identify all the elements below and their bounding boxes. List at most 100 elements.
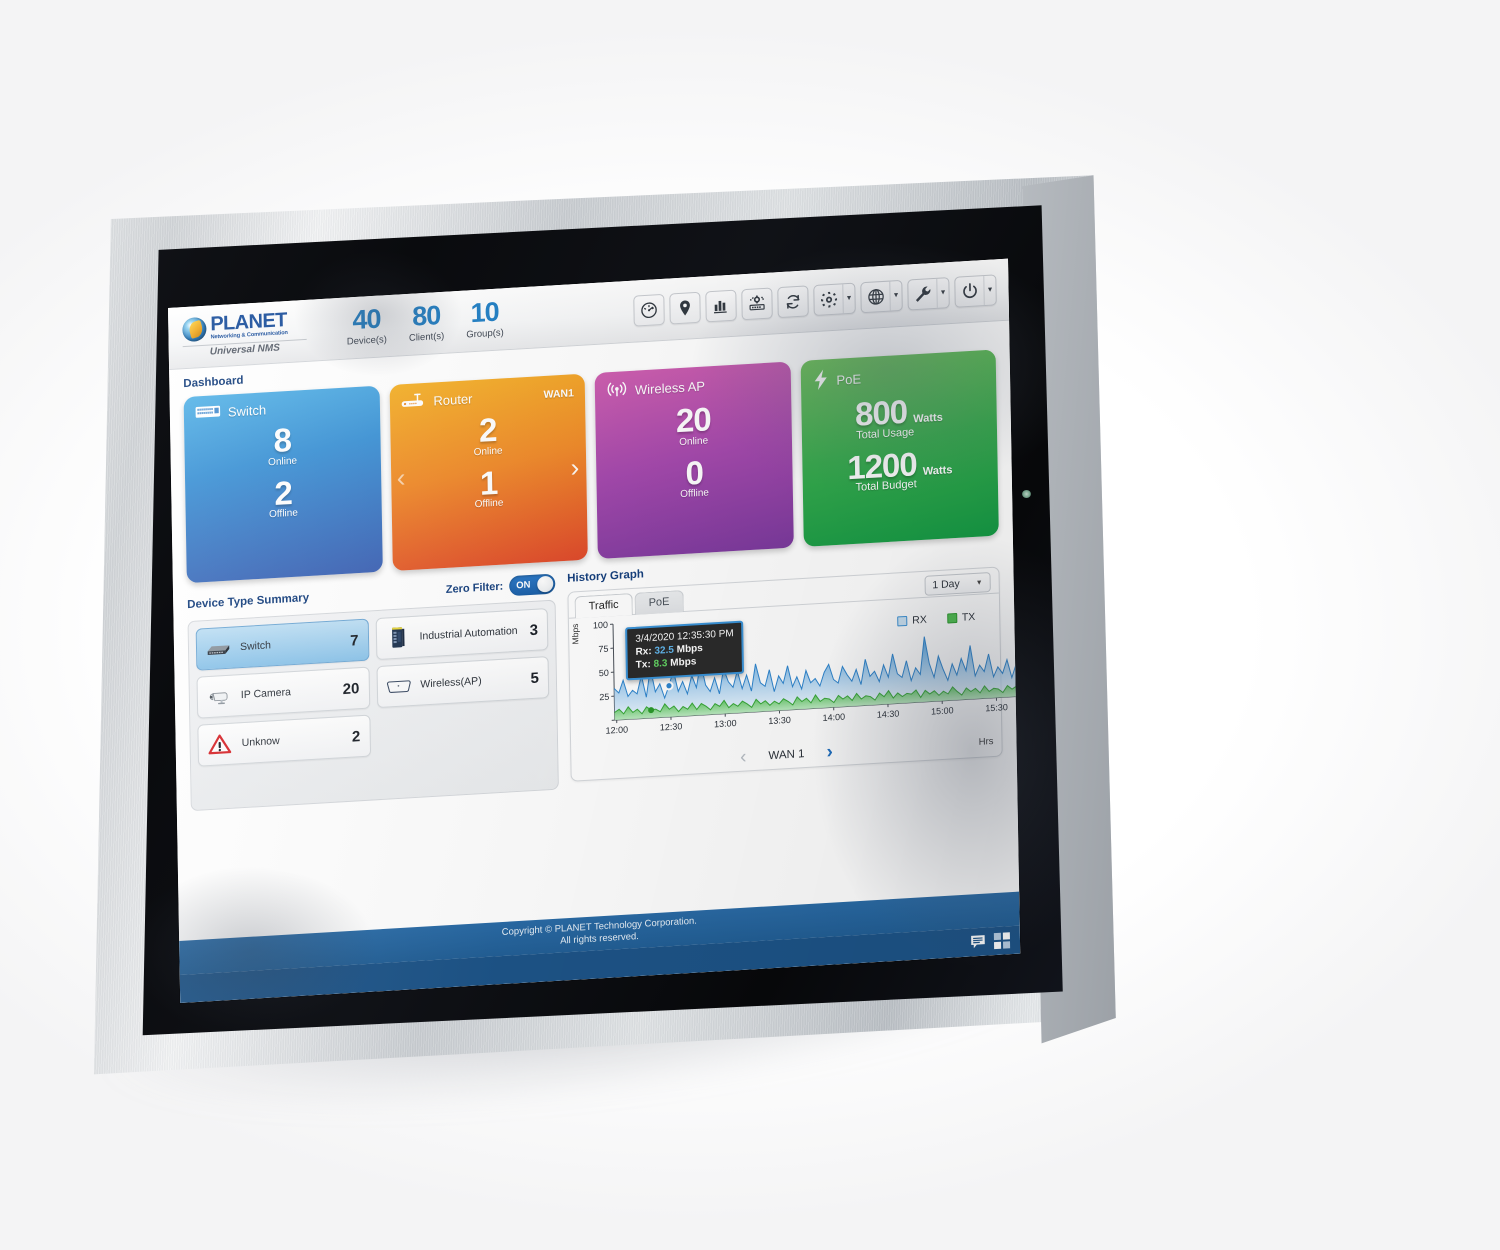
switch-icon (195, 404, 221, 423)
settings-caret-icon[interactable]: ▼ (842, 283, 855, 314)
warning-triangle-icon (206, 732, 234, 758)
device-type-name: Switch (239, 639, 272, 654)
power-button[interactable]: ▼ (954, 274, 997, 308)
svg-text:14:00: 14:00 (823, 712, 846, 723)
network-button[interactable]: ▼ (860, 279, 903, 314)
industrial-switch-icon (383, 625, 411, 651)
globe-network-icon (866, 287, 885, 307)
settings-button[interactable]: ▼ (813, 282, 856, 317)
network-caret-icon[interactable]: ▼ (889, 280, 902, 311)
device-type-name: Wireless(AP) (420, 674, 482, 691)
toggle-knob (537, 575, 554, 593)
bar-chart-button[interactable] (705, 289, 737, 323)
header-stats: 40 Device(s) 80 Client(s) 10 Group(s) (346, 297, 504, 348)
device-type-row-wireless-ap[interactable]: Wireless(AP) 5 (376, 656, 550, 709)
stat-groups[interactable]: 10 Group(s) (466, 297, 504, 341)
wireless-ap-icon (606, 380, 628, 402)
y-axis-label: Mbps (569, 623, 581, 645)
device-type-count: 20 (342, 679, 360, 698)
wireless-ap-device-icon (384, 673, 412, 699)
device-type-summary-title: Device Type Summary (187, 592, 310, 612)
tab-traffic[interactable]: Traffic (574, 593, 633, 619)
tooltip-rx-value: 32.5 (654, 644, 675, 657)
device-type-left-column: Switch 7 IP Camera 20 Unknow 2 (195, 618, 372, 803)
device-type-summary-section: Device Type Summary Zero Filter: ON Swit… (187, 573, 559, 812)
planet-logo[interactable]: PLANET Networking & Communication Univer… (182, 309, 307, 359)
message-bubble-icon[interactable] (969, 933, 986, 951)
legend-rx-label: RX (912, 613, 927, 627)
time-range-value: 1 Day (932, 577, 960, 592)
card-router-next-arrow[interactable]: › (570, 452, 579, 483)
device-type-row-ip-camera[interactable]: IP Camera 20 (196, 666, 370, 719)
card-poe[interactable]: PoE 800 Watts Total Usage 1200 Watts Tot… (800, 349, 999, 547)
zero-filter-state: ON (516, 579, 531, 592)
power-icon (960, 281, 979, 301)
refresh-button[interactable] (777, 285, 809, 319)
settings-gear-icon (819, 290, 838, 310)
tooltip-rx-unit: Mbps (676, 643, 703, 656)
device-type-row-industrial-automation[interactable]: Industrial Automation 3 (375, 608, 549, 661)
card-wireless-ap[interactable]: Wireless AP 20 Online 0 Offline (594, 361, 794, 560)
svg-text:12:00: 12:00 (606, 724, 629, 735)
legend-tx[interactable]: TX (946, 610, 976, 625)
power-caret-icon[interactable]: ▼ (983, 275, 996, 306)
lower-panels: Device Type Summary Zero Filter: ON Swit… (187, 547, 1021, 812)
svg-text:100: 100 (593, 620, 608, 631)
card-wireless-ap-title: Wireless AP (634, 378, 706, 398)
svg-text:12:30: 12:30 (660, 721, 683, 732)
switch-config-button[interactable] (741, 287, 773, 321)
header-toolbar: ▼ ▼ ▼ ▼ (633, 274, 997, 327)
stat-groups-label: Group(s) (466, 327, 504, 341)
nms-application: PLANET Networking & Communication Univer… (168, 258, 1021, 1003)
tab-poe[interactable]: PoE (634, 590, 684, 615)
industrial-panel-pc: PLANET Networking & Communication Univer… (60, 168, 1150, 1098)
lightning-bolt-icon (811, 368, 829, 394)
page-body: Dashboard Switch 8 Online 2 Offline Rout… (169, 321, 1021, 812)
legend-rx[interactable]: RX (897, 614, 927, 628)
device-type-name: Industrial Automation (419, 624, 518, 643)
card-router-prev-arrow[interactable]: ‹ (396, 462, 405, 493)
app-grid-icon[interactable] (993, 932, 1010, 950)
dashboard-gauge-button[interactable] (633, 293, 665, 327)
svg-text:25: 25 (599, 692, 609, 703)
time-range-select[interactable]: 1 Day ▼ (924, 571, 991, 596)
tooltip-rx-prefix: Rx: (635, 646, 652, 659)
ip-camera-icon (205, 684, 233, 710)
svg-text:15:00: 15:00 (931, 705, 954, 716)
legend-tx-label: TX (961, 610, 976, 624)
svg-text:75: 75 (598, 644, 608, 655)
card-router-title: Router (433, 391, 473, 409)
status-led (1022, 490, 1031, 498)
card-router-wan-badge: WAN1 (543, 386, 575, 401)
dashboard-cards: Switch 8 Online 2 Offline Router WAN1 2 … (183, 349, 999, 584)
card-router[interactable]: Router WAN1 2 Online 1 Offline ‹ › (389, 373, 588, 572)
globe-logo-icon (182, 316, 207, 342)
zero-filter[interactable]: Zero Filter: ON (445, 573, 556, 600)
maintenance-button[interactable]: ▼ (907, 277, 950, 311)
zero-filter-toggle[interactable]: ON (509, 573, 556, 597)
card-switch[interactable]: Switch 8 Online 2 Offline (183, 385, 383, 584)
wan-next-button[interactable]: › (826, 741, 833, 762)
device-type-row-switch[interactable]: Switch 7 (195, 618, 369, 671)
wan-prev-button[interactable]: ‹ (740, 746, 747, 767)
chevron-down-icon: ▼ (975, 578, 983, 587)
history-graph-section: History Graph Traffic PoE 1 Day ▼ RX TX … (567, 547, 1021, 788)
device-type-summary-panel: Switch 7 IP Camera 20 Unknow 2 Industria… (187, 599, 559, 812)
device-type-count: 5 (530, 669, 540, 687)
maintenance-caret-icon[interactable]: ▼ (936, 278, 949, 308)
tooltip-tx-unit: Mbps (670, 656, 697, 670)
zero-filter-label: Zero Filter: (445, 580, 504, 596)
svg-text:14:30: 14:30 (877, 708, 900, 719)
history-graph-panel: Traffic PoE 1 Day ▼ RX TX Mbps 25 50 75 … (567, 566, 1021, 782)
stat-clients[interactable]: 80 Client(s) (408, 300, 445, 344)
device-type-row-unknown[interactable]: Unknow 2 (197, 714, 371, 767)
screen-viewport: PLANET Networking & Communication Univer… (168, 258, 1021, 1003)
tooltip-tx-value: 8.3 (653, 658, 668, 671)
svg-text:50: 50 (599, 668, 609, 679)
stat-clients-value: 80 (411, 300, 441, 332)
map-pin-button[interactable] (669, 291, 701, 325)
stat-devices[interactable]: 40 Device(s) (346, 304, 387, 348)
device-type-name: IP Camera (240, 686, 291, 702)
map-pin-icon (675, 298, 694, 318)
wan-label: WAN 1 (768, 747, 805, 762)
